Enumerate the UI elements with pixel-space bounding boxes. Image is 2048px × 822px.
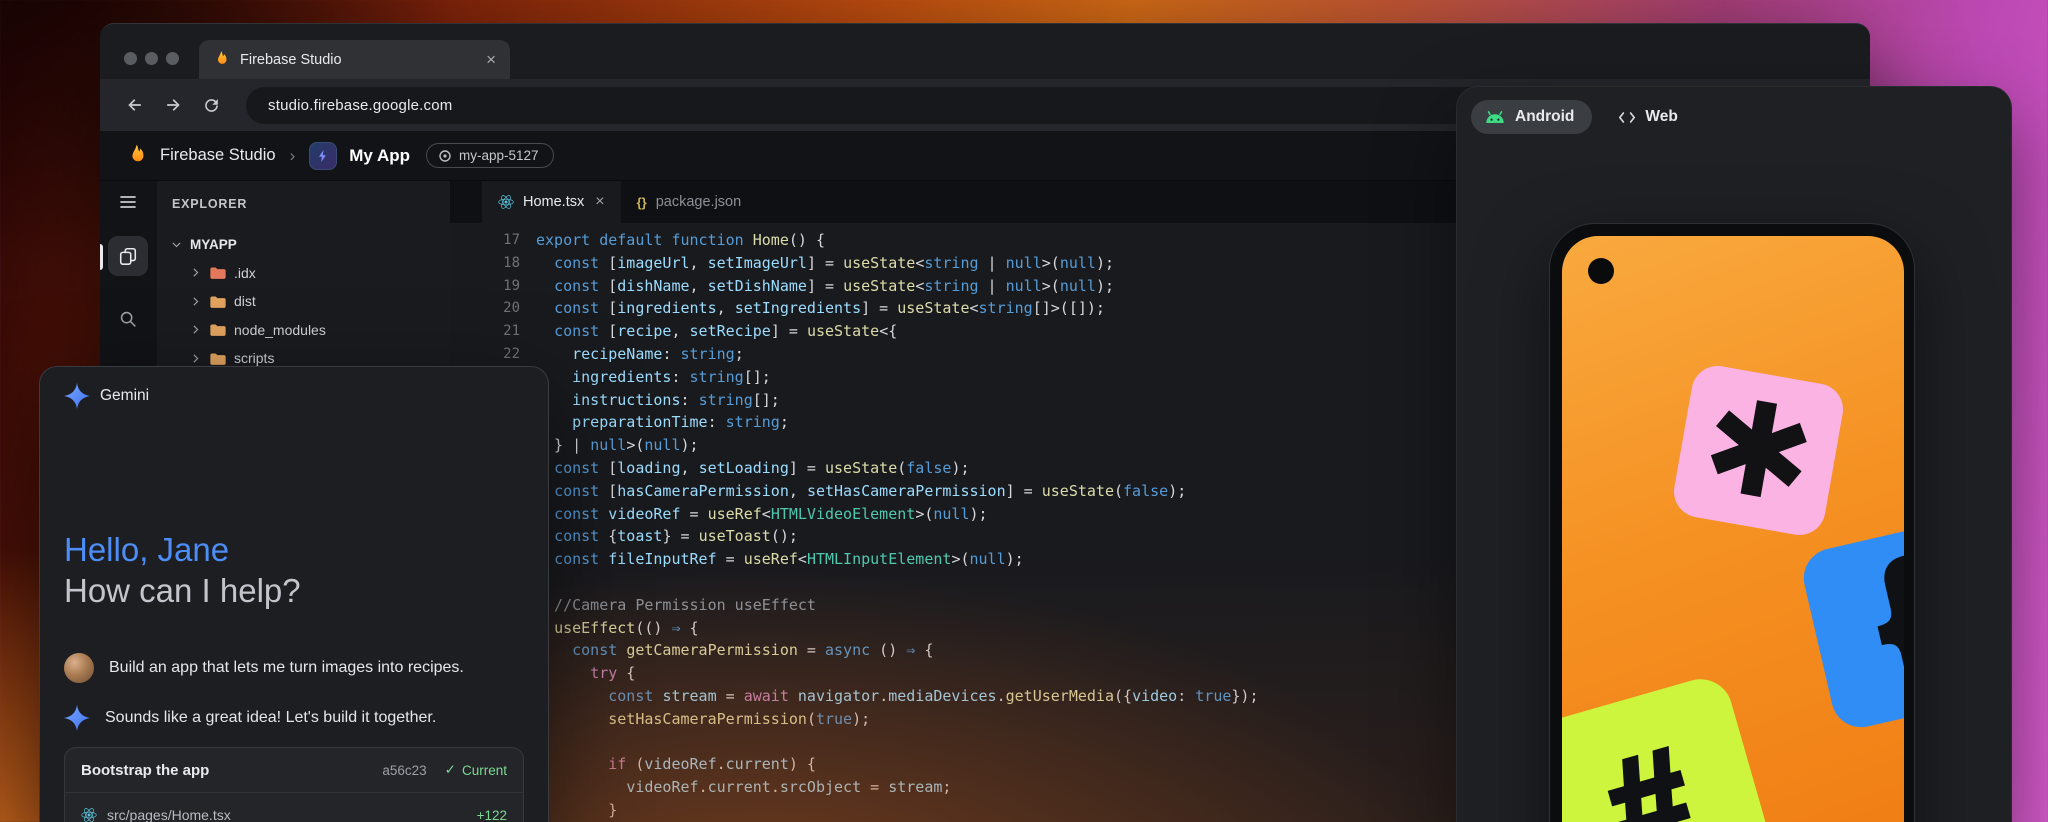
tree-item-label: MYAPP <box>190 237 237 252</box>
menu-button[interactable] <box>108 182 148 222</box>
close-icon[interactable]: × <box>595 193 604 211</box>
chat-message-text: Sounds like a great idea! Let's build it… <box>105 709 436 727</box>
toggle-web[interactable]: Web <box>1618 108 1677 126</box>
folder-icon <box>209 294 227 309</box>
changed-file-row[interactable]: src/pages/Home.tsx +122 <box>65 793 523 822</box>
gemini-title: Gemini <box>100 387 149 405</box>
tree-item-label: node_modules <box>234 322 326 338</box>
editor-tab-label: package.json <box>656 194 741 210</box>
tree-item-folder[interactable]: node_modules <box>157 316 450 345</box>
reload-button[interactable] <box>200 94 222 116</box>
chevron-right-icon <box>189 266 202 279</box>
task-card: Bootstrap the app a56c23 ✓ Current src/p… <box>64 747 524 822</box>
breadcrumb-brand[interactable]: Firebase Studio <box>160 146 276 165</box>
tree-item-label: dist <box>234 293 256 309</box>
toggle-label: Android <box>1515 108 1574 126</box>
browser-tab[interactable]: Firebase Studio × <box>199 40 510 79</box>
preview-panel: Android Web ✱ { # <box>1456 86 2012 822</box>
diff-added-count: +122 <box>477 808 507 822</box>
preview-shape-green: # <box>1562 672 1781 822</box>
active-view-indicator <box>100 244 103 270</box>
line-number: 18 <box>450 252 520 275</box>
gemini-sparkle-icon <box>64 383 90 409</box>
explorer-view-button[interactable] <box>108 236 148 276</box>
firebase-favicon-icon <box>213 49 230 70</box>
chat-message-user: Build an app that lets me turn images in… <box>64 653 524 683</box>
editor-tab-home[interactable]: Home.tsx × <box>482 181 621 223</box>
app-icon <box>309 142 337 170</box>
greeting-line2: How can I help? <box>64 570 524 611</box>
tree-item-root[interactable]: MYAPP <box>157 230 450 259</box>
breadcrumb-app-name[interactable]: My App <box>349 146 410 166</box>
gemini-greeting: Hello, Jane How can I help? <box>64 529 524 611</box>
url-text: studio.firebase.google.com <box>268 97 452 114</box>
browser-tabstrip: Firebase Studio × <box>100 24 1870 79</box>
editor-tab-label: Home.tsx <box>523 194 584 210</box>
breadcrumb-separator: › <box>290 146 296 166</box>
tree-item-label: scripts <box>234 350 274 366</box>
folder-icon <box>209 322 227 337</box>
gemini-panel: Gemini Hello, Jane How can I help? Build… <box>39 366 549 822</box>
tab-close-icon[interactable]: × <box>486 51 496 68</box>
tree-item-folder[interactable]: .idx <box>157 259 450 288</box>
chat-message-gemini: Sounds like a great idea! Let's build it… <box>64 705 524 731</box>
firebase-logo-icon <box>126 142 148 169</box>
commit-hash: a56c23 <box>382 763 426 778</box>
status-label: Current <box>462 763 507 778</box>
react-icon <box>498 194 514 210</box>
browser-tab-title: Firebase Studio <box>240 52 342 68</box>
greeting-line1: Hello, Jane <box>64 529 524 570</box>
check-icon: ✓ <box>445 762 456 778</box>
camera-punch-hole <box>1588 258 1614 284</box>
react-icon <box>81 807 97 822</box>
asterisk-glyph: ✱ <box>1694 377 1824 524</box>
workspace-id-label: my-app-5127 <box>459 148 539 163</box>
chevron-right-icon <box>189 352 202 365</box>
chevron-right-icon <box>189 323 202 336</box>
code-brackets-icon <box>1618 111 1636 124</box>
tree-item-label: .idx <box>234 265 256 281</box>
chevron-down-icon <box>170 238 183 251</box>
hash-glyph: # <box>1592 726 1705 822</box>
forward-button[interactable] <box>162 94 184 116</box>
line-number: 21 <box>450 320 520 343</box>
line-number: 19 <box>450 275 520 298</box>
editor-tab-package-json[interactable]: {} package.json <box>621 181 758 223</box>
brace-glyph: { <box>1860 537 1904 696</box>
folder-icon <box>209 265 227 280</box>
tree-item-folder[interactable]: dist <box>157 287 450 316</box>
status-badge: ✓ Current <box>445 762 507 778</box>
back-button[interactable] <box>124 94 146 116</box>
search-icon[interactable] <box>108 299 148 339</box>
device-toggles: Android Web <box>1457 87 2011 134</box>
preview-shape-blue: { <box>1798 515 1904 733</box>
file-path: src/pages/Home.tsx <box>107 807 231 822</box>
window-control-dot[interactable] <box>166 52 179 65</box>
gemini-sparkle-icon <box>64 705 90 731</box>
gemini-header: Gemini <box>64 383 524 409</box>
folder-icon <box>209 351 227 366</box>
preview-shape-pink: ✱ <box>1670 362 1847 539</box>
user-avatar <box>64 653 94 683</box>
line-number: 22 <box>450 343 520 366</box>
workspace-icon <box>438 149 452 163</box>
line-number: 17 <box>450 229 520 252</box>
toggle-android[interactable]: Android <box>1471 100 1592 134</box>
line-number: 20 <box>450 297 520 320</box>
chat-message-text: Build an app that lets me turn images in… <box>109 659 464 677</box>
window-control-dot[interactable] <box>145 52 158 65</box>
workspace-id-badge[interactable]: my-app-5127 <box>426 143 554 168</box>
android-icon <box>1484 110 1506 124</box>
file-tree: MYAPP .idx dist node <box>157 230 450 373</box>
phone-mockup: ✱ { # <box>1549 223 1915 822</box>
task-card-header[interactable]: Bootstrap the app a56c23 ✓ Current <box>65 748 523 793</box>
explorer-title: EXPLORER <box>157 197 450 211</box>
toggle-label: Web <box>1645 108 1677 126</box>
task-title: Bootstrap the app <box>81 762 209 779</box>
chevron-right-icon <box>189 295 202 308</box>
braces-icon: {} <box>637 195 647 210</box>
app-preview-screen[interactable]: ✱ { # <box>1562 236 1904 822</box>
window-control-dot[interactable] <box>124 52 137 65</box>
